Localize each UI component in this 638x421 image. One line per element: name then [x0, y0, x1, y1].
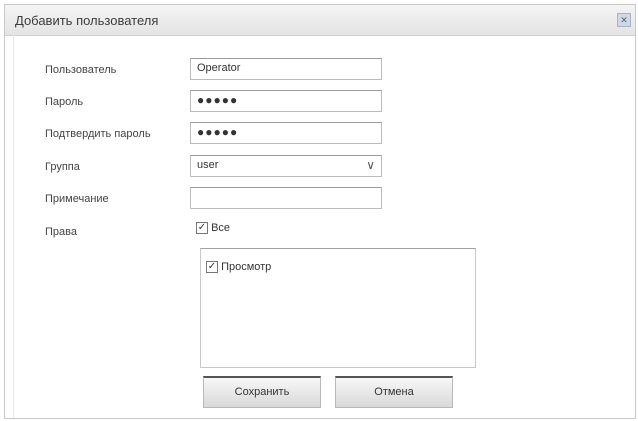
rights-item-view[interactable]: ✓ Просмотр: [206, 261, 272, 274]
note-input[interactable]: [190, 187, 382, 209]
group-label: Группа: [45, 161, 80, 173]
all-rights-checkbox[interactable]: ✓: [196, 222, 208, 235]
group-select[interactable]: user ∨: [190, 155, 382, 177]
chevron-down-icon: ∨: [366, 158, 375, 172]
dialog-titlebar: Добавить пользователя ✕: [5, 5, 635, 36]
save-button[interactable]: Сохранить: [203, 376, 321, 408]
cancel-button[interactable]: Отмена: [335, 376, 453, 408]
confirm-password-label: Подтвердить пароль: [45, 128, 151, 140]
group-selected-value: user: [197, 159, 219, 171]
close-icon[interactable]: ✕: [617, 13, 631, 27]
rights-label: Права: [45, 226, 77, 238]
user-input[interactable]: Operator: [190, 58, 382, 80]
password-label: Пароль: [45, 96, 84, 108]
confirm-password-input[interactable]: ●●●●●: [190, 122, 382, 144]
all-rights-label: Все: [211, 222, 231, 234]
all-rights-checkbox-row[interactable]: ✓ Все: [196, 222, 231, 235]
password-input[interactable]: ●●●●●: [190, 90, 382, 112]
view-rights-checkbox[interactable]: ✓: [206, 261, 218, 274]
note-label: Примечание: [45, 193, 109, 205]
dialog-left-panel: [5, 35, 14, 418]
user-label: Пользователь: [45, 64, 117, 76]
view-rights-label: Просмотр: [221, 261, 272, 273]
rights-list[interactable]: ✓ Просмотр: [200, 248, 476, 368]
dialog-title: Добавить пользователя: [15, 13, 159, 28]
